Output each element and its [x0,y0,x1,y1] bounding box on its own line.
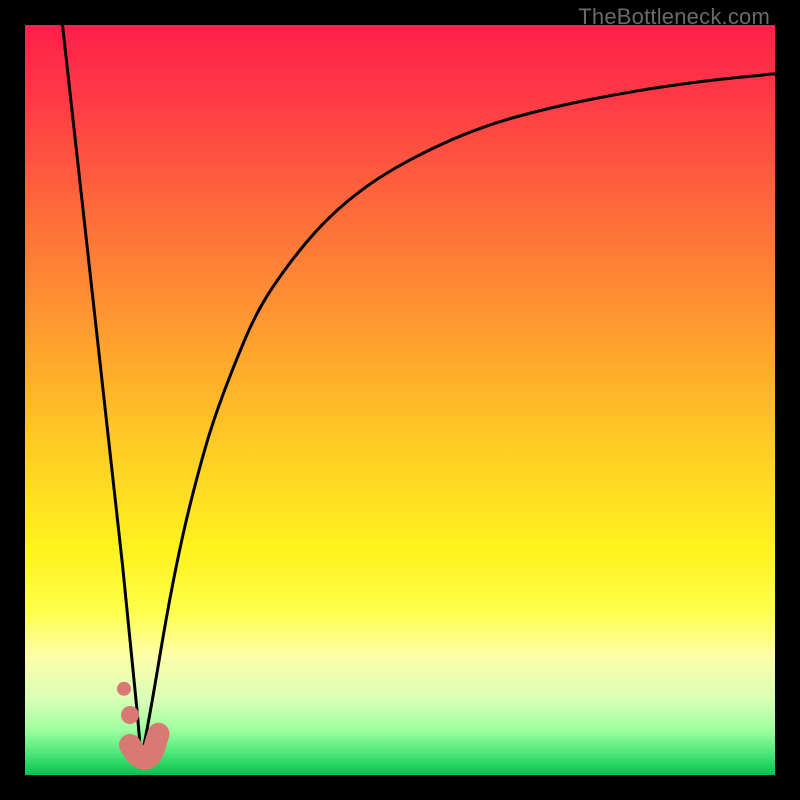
right-curve-line [141,74,775,760]
optimum-dot [121,706,139,724]
left-slope-line [63,25,142,760]
plot-area [25,25,775,775]
optimum-dot [117,682,131,696]
chart-frame: TheBottleneck.com [0,0,800,800]
curve-layer [25,25,775,775]
